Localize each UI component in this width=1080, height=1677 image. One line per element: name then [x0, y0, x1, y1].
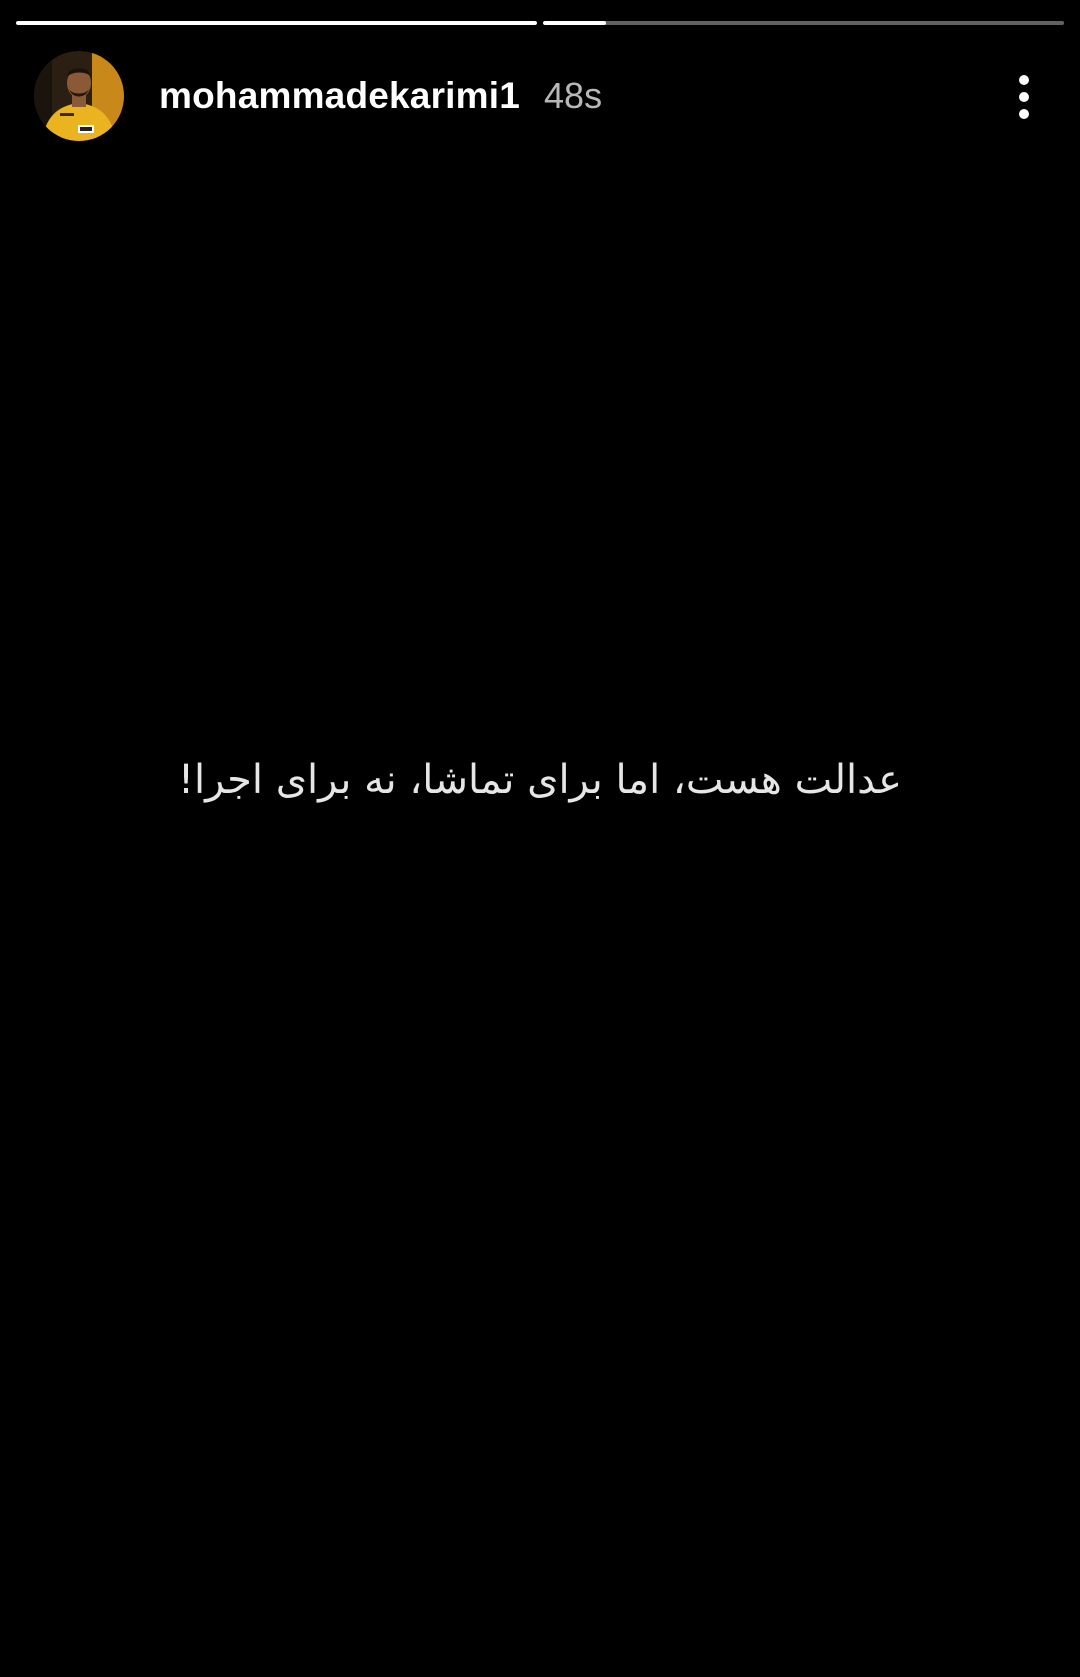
progress-segment — [543, 21, 1064, 25]
story-caption: عدالت هست، اما برای تماشا، نه برای اجرا! — [177, 757, 903, 803]
progress-segment — [16, 21, 537, 25]
story-header: mohammadekarimi1 48s — [34, 50, 1054, 142]
story-timestamp: 48s — [544, 75, 603, 116]
story-progress-bar — [16, 21, 1064, 25]
profile-photo-avatar-icon — [34, 51, 124, 141]
more-vertical-icon — [1019, 75, 1029, 119]
progress-segment-fill — [16, 21, 537, 25]
more-options-button[interactable] — [994, 62, 1054, 132]
story-viewer[interactable]: mohammadekarimi1 48s عدالت هست، اما برای… — [0, 0, 1080, 1677]
username[interactable]: mohammadekarimi1 — [159, 75, 520, 117]
progress-segment-fill — [543, 21, 606, 25]
avatar[interactable] — [34, 51, 124, 141]
